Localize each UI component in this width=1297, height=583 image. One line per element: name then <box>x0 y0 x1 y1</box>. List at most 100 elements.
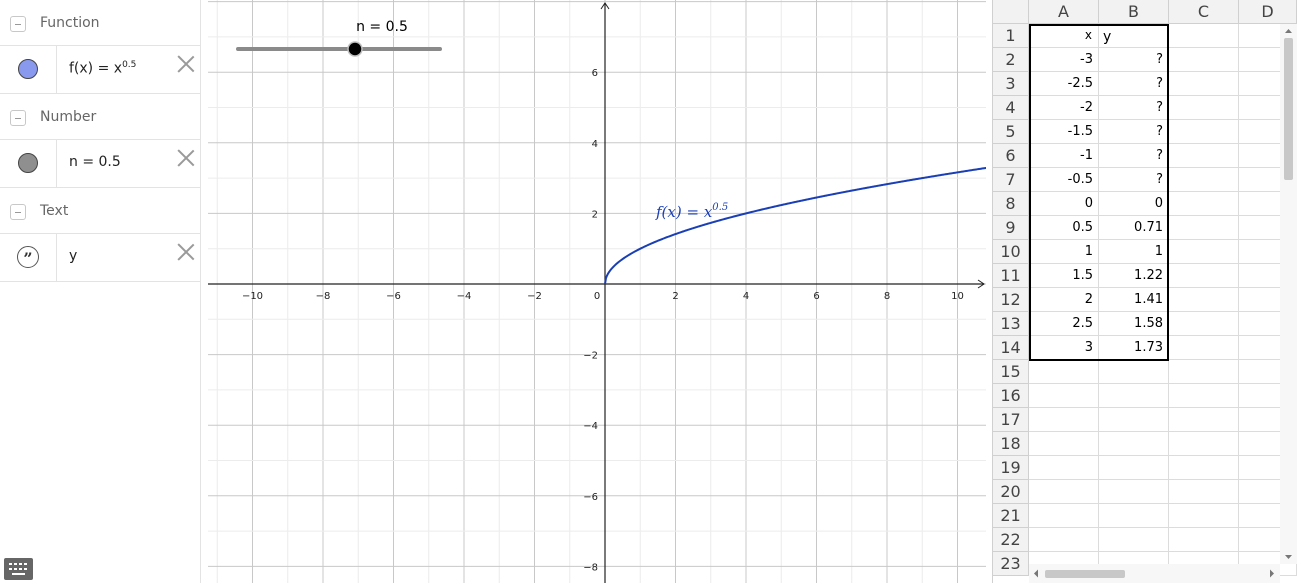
spreadsheet-cell[interactable]: 0.5 <box>1029 216 1099 240</box>
spreadsheet-cell[interactable] <box>1099 504 1169 528</box>
collapse-toggle-function[interactable] <box>10 16 26 32</box>
spreadsheet-cell[interactable]: 0 <box>1099 192 1169 216</box>
scroll-left-icon[interactable] <box>1034 569 1038 578</box>
n-slider[interactable] <box>236 41 442 57</box>
row-header[interactable]: 9 <box>993 216 1029 240</box>
spreadsheet-cell[interactable]: 1.73 <box>1099 336 1169 360</box>
row-header[interactable]: 19 <box>993 456 1029 480</box>
spreadsheet-cell[interactable]: -2 <box>1029 96 1099 120</box>
row-header[interactable]: 23 <box>993 552 1029 576</box>
spreadsheet-cell[interactable]: -2.5 <box>1029 72 1099 96</box>
visibility-toggle-function[interactable] <box>18 59 38 79</box>
spreadsheet-cell[interactable] <box>1029 360 1099 384</box>
spreadsheet-cell[interactable] <box>1169 504 1239 528</box>
row-header[interactable]: 12 <box>993 288 1029 312</box>
spreadsheet-cell[interactable] <box>1029 432 1099 456</box>
horizontal-scrollbar[interactable] <box>1029 564 1280 583</box>
spreadsheet-cell[interactable] <box>1169 408 1239 432</box>
function-curve-label[interactable]: f(x) = x0.5 <box>655 202 728 221</box>
row-header[interactable]: 6 <box>993 144 1029 168</box>
row-header[interactable]: 14 <box>993 336 1029 360</box>
spreadsheet-cell[interactable] <box>1169 480 1239 504</box>
spreadsheet-cell[interactable]: ? <box>1099 96 1169 120</box>
collapse-toggle-text[interactable] <box>10 204 26 220</box>
corner-cell[interactable] <box>993 0 1029 24</box>
scroll-right-icon[interactable] <box>1270 569 1274 578</box>
spreadsheet-cell[interactable] <box>1029 456 1099 480</box>
delete-function-button[interactable] <box>176 54 196 74</box>
spreadsheet-cell[interactable]: ? <box>1099 72 1169 96</box>
row-header[interactable]: 10 <box>993 240 1029 264</box>
spreadsheet-cell[interactable] <box>1099 528 1169 552</box>
spreadsheet-cell[interactable]: ? <box>1099 168 1169 192</box>
algebra-item-number[interactable]: n = 0.5 <box>0 139 200 188</box>
spreadsheet-cell[interactable] <box>1099 360 1169 384</box>
spreadsheet-cell[interactable]: ? <box>1099 48 1169 72</box>
spreadsheet-cell[interactable] <box>1169 264 1239 288</box>
row-header[interactable]: 15 <box>993 360 1029 384</box>
spreadsheet-cell[interactable] <box>1169 360 1239 384</box>
function-definition[interactable]: f(x) = x0.5 <box>69 60 136 77</box>
spreadsheet-cell[interactable] <box>1169 144 1239 168</box>
row-header[interactable]: 20 <box>993 480 1029 504</box>
spreadsheet-cell[interactable]: ? <box>1099 144 1169 168</box>
spreadsheet-cell[interactable] <box>1029 528 1099 552</box>
column-header-c[interactable]: C <box>1169 0 1239 24</box>
row-header[interactable]: 11 <box>993 264 1029 288</box>
spreadsheet-cell[interactable] <box>1099 480 1169 504</box>
spreadsheet-cell[interactable] <box>1029 384 1099 408</box>
spreadsheet-cell[interactable]: 2 <box>1029 288 1099 312</box>
collapse-toggle-number[interactable] <box>10 110 26 126</box>
algebra-item-function[interactable]: f(x) = x0.5 <box>0 45 200 94</box>
delete-text-button[interactable] <box>176 242 196 262</box>
spreadsheet-cell[interactable] <box>1099 456 1169 480</box>
spreadsheet-cell[interactable]: x <box>1029 24 1099 48</box>
row-header[interactable]: 18 <box>993 432 1029 456</box>
row-header[interactable]: 5 <box>993 120 1029 144</box>
spreadsheet-cell[interactable] <box>1169 48 1239 72</box>
spreadsheet-cell[interactable] <box>1169 240 1239 264</box>
spreadsheet-cell[interactable] <box>1169 384 1239 408</box>
scroll-up-icon[interactable] <box>1285 29 1292 33</box>
visibility-toggle-number[interactable] <box>18 153 38 173</box>
spreadsheet-cell[interactable]: 1 <box>1099 240 1169 264</box>
spreadsheet-cell[interactable] <box>1169 288 1239 312</box>
row-header[interactable]: 8 <box>993 192 1029 216</box>
scroll-down-icon[interactable] <box>1285 555 1292 559</box>
algebra-item-text[interactable]: ” y <box>0 233 200 282</box>
row-header[interactable]: 1 <box>993 24 1029 48</box>
spreadsheet-cell[interactable]: -1.5 <box>1029 120 1099 144</box>
quote-icon[interactable]: ” <box>17 246 39 268</box>
spreadsheet-cell[interactable]: y <box>1099 24 1169 48</box>
coordinate-plane[interactable]: −10 −8 −6 −4 −2 0 2 4 6 8 10 6 4 2 −2 −4 −6 −8 f(x) = x0.… <box>208 0 986 583</box>
spreadsheet-cell[interactable] <box>1169 216 1239 240</box>
spreadsheet-cell[interactable]: 1.58 <box>1099 312 1169 336</box>
row-header[interactable]: 16 <box>993 384 1029 408</box>
spreadsheet-cell[interactable] <box>1099 432 1169 456</box>
row-header[interactable]: 22 <box>993 528 1029 552</box>
spreadsheet-cell[interactable]: -0.5 <box>1029 168 1099 192</box>
row-header[interactable]: 4 <box>993 96 1029 120</box>
spreadsheet-cell[interactable] <box>1169 528 1239 552</box>
spreadsheet-cell[interactable] <box>1169 120 1239 144</box>
spreadsheet-cell[interactable] <box>1169 432 1239 456</box>
spreadsheet-cell[interactable] <box>1029 480 1099 504</box>
spreadsheet-cell[interactable] <box>1169 312 1239 336</box>
spreadsheet-cell[interactable]: -1 <box>1029 144 1099 168</box>
spreadsheet-cell[interactable] <box>1099 408 1169 432</box>
spreadsheet-cell[interactable]: 3 <box>1029 336 1099 360</box>
spreadsheet-cell[interactable] <box>1099 384 1169 408</box>
slider-handle[interactable] <box>347 41 363 57</box>
row-header[interactable]: 17 <box>993 408 1029 432</box>
spreadsheet-cell[interactable] <box>1169 456 1239 480</box>
row-header[interactable]: 21 <box>993 504 1029 528</box>
text-definition[interactable]: y <box>69 248 77 264</box>
spreadsheet-cell[interactable]: 1.22 <box>1099 264 1169 288</box>
function-curve[interactable] <box>604 166 986 285</box>
delete-number-button[interactable] <box>176 148 196 168</box>
spreadsheet-cell[interactable] <box>1029 408 1099 432</box>
keyboard-icon[interactable] <box>4 558 33 580</box>
row-header[interactable]: 3 <box>993 72 1029 96</box>
row-header[interactable]: 13 <box>993 312 1029 336</box>
row-header[interactable]: 7 <box>993 168 1029 192</box>
